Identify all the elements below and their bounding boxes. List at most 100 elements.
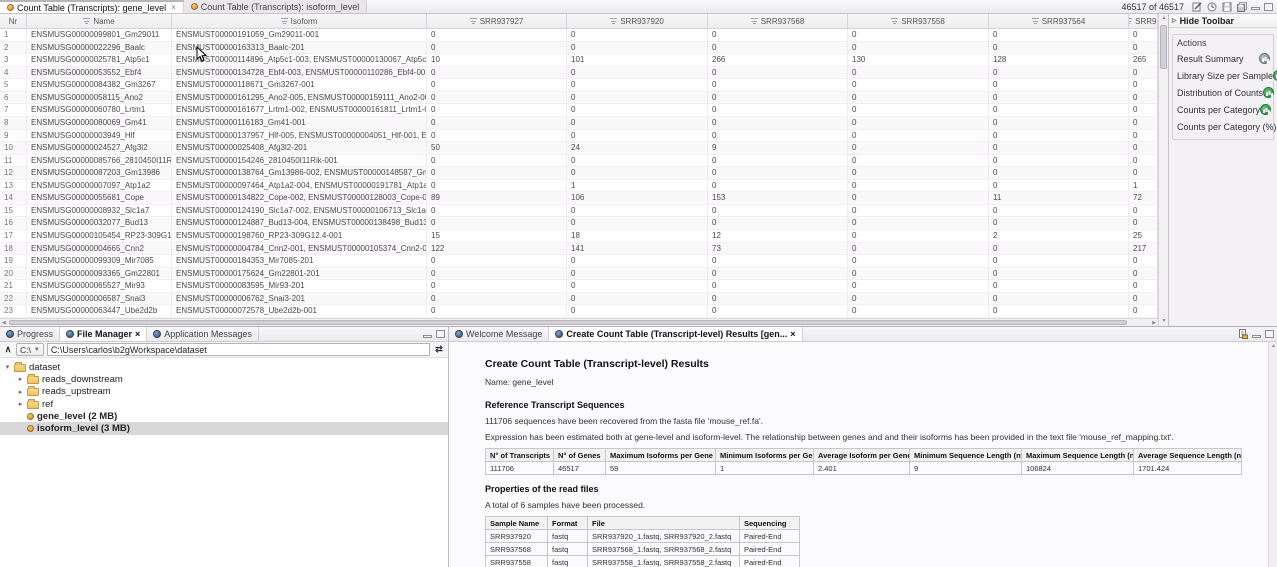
close-icon[interactable]: × — [790, 329, 795, 339]
table-row[interactable]: 11 ENSMUSG00000085766_2810450I11Rik ENSMUS… — [0, 154, 1157, 168]
twist-icon[interactable]: ▾ — [4, 363, 11, 371]
table-cell: 0 — [567, 154, 708, 168]
table-cell: 0 — [427, 292, 567, 306]
action-library-size-per-sample[interactable]: Library Size per Sample — [1177, 67, 1277, 84]
export-report-icon[interactable] — [1237, 329, 1248, 340]
up-directory-button[interactable]: ∧ — [3, 344, 13, 355]
column-header-srr937568[interactable]: SRR937568 — [708, 14, 848, 28]
table-row[interactable]: 9 ENSMUSG00000003949_Hlf ENSMUST0000013795… — [0, 129, 1157, 143]
table-cell: 0 — [1129, 67, 1157, 80]
table-row[interactable]: 1 ENSMUSG00000099801_Gm29011 ENSMUST000001… — [0, 29, 1157, 42]
actions-sidebar: ▷ Hide Toolbar Actions Result Summary Lib… — [1168, 14, 1277, 326]
table-cell: 0 — [989, 116, 1129, 130]
minimize-icon[interactable] — [1251, 7, 1260, 10]
table-row[interactable]: 15 ENSMUSG00000008932_Slc1a7 ENSMUST000001… — [0, 204, 1157, 218]
tab-create-count-table-results[interactable]: Create Count Table (Transcript-level) Re… — [549, 327, 803, 341]
column-header-srr937564[interactable]: SRR937564 — [989, 14, 1129, 28]
column-header-srr937920[interactable]: SRR937920 — [567, 14, 708, 28]
table-row[interactable]: 10 ENSMUSG00000024527_Afg3l2 ENSMUST000000… — [0, 142, 1157, 155]
table-row[interactable]: 7 ENSMUSG00000060780_Lrtm1 ENSMUST00000161… — [0, 104, 1157, 117]
filter-icon — [891, 18, 899, 24]
table-row[interactable]: 20 ENSMUSG00000093365_Gm22801 ENSMUST00000… — [0, 267, 1157, 281]
action-distribution-of-counts[interactable]: Distribution of Counts — [1177, 84, 1275, 101]
twist-icon[interactable]: ▸ — [17, 400, 24, 408]
horizontal-scrollbar[interactable]: ◀ ▶ — [0, 318, 1158, 326]
panel-minimize-icon[interactable] — [423, 334, 432, 338]
result-summary-icon[interactable] — [1259, 53, 1270, 64]
table-row[interactable]: 13 ENSMUSG00000007097_Atp1a2 ENSMUST000000… — [0, 179, 1157, 193]
column-header-isoform[interactable]: Isoform — [172, 14, 427, 28]
table-row[interactable]: 8 ENSMUSG00000080069_Gm41 ENSMUST000001161… — [0, 116, 1157, 130]
table-row[interactable]: 23 ENSMUSG00000063447_Ube2d2b ENSMUST00000… — [0, 305, 1157, 318]
scroll-up-icon[interactable]: ▲ — [1269, 342, 1277, 351]
tree-item-reads-downstream[interactable]: ▸ reads_downstream — [0, 373, 448, 385]
distribution-icon[interactable] — [1263, 87, 1275, 98]
action-result-summary[interactable]: Result Summary — [1177, 50, 1270, 67]
clock-icon[interactable] — [1206, 1, 1217, 12]
library-size-icon[interactable] — [1273, 70, 1277, 81]
close-icon[interactable]: × — [135, 329, 140, 339]
table-row[interactable]: 16 ENSMUSG00000032077_Bud13 ENSMUST0000012… — [0, 217, 1157, 230]
table-row[interactable]: 17 ENSMUSG00000105454_RP23-309G12.4 ENSMUS… — [0, 230, 1157, 243]
drive-select[interactable]: C:\ ▼ — [16, 343, 44, 356]
twist-icon[interactable]: ▸ — [17, 375, 24, 383]
table-row[interactable]: 14 ENSMUSG00000055681_Cope ENSMUST00000134… — [0, 192, 1157, 205]
table-row[interactable]: 19 ENSMUSG00000099309_Mir7085 ENSMUST00000… — [0, 255, 1157, 268]
column-header-srr937558[interactable]: SRR937558 — [848, 14, 989, 28]
tab-progress[interactable]: Progress — [0, 327, 61, 341]
table-cell: 0 — [708, 116, 848, 130]
vscroll-thumb[interactable] — [1160, 25, 1167, 69]
path-input[interactable]: C:\Users\carlos\b2gWorkspace\dataset — [46, 343, 430, 356]
samples-header-row: Sample Name Format File Sequencing — [485, 516, 800, 530]
editor-tab-1[interactable]: Count Table (Transcripts): isoform_level — [183, 0, 368, 13]
table-cell: ENSMUSG00000099801_Gm29011 — [27, 29, 172, 42]
table-row[interactable]: 21 ENSMUSG00000065527_Mir93 ENSMUST0000008… — [0, 280, 1157, 293]
column-header-nr[interactable]: Nr — [0, 14, 27, 28]
table-cell: 0 — [848, 230, 989, 243]
table-cell: 0 — [989, 142, 1129, 155]
table-cell: 13 — [0, 179, 27, 193]
stats-header: N° of Transcripts — [485, 448, 554, 462]
refresh-icon[interactable]: ⇄ — [433, 344, 445, 355]
close-icon[interactable]: × — [171, 3, 176, 12]
column-header-srr9-[interactable]: SRR9.. — [1129, 14, 1158, 28]
maximize-icon[interactable] — [1264, 2, 1273, 11]
table-row[interactable]: 5 ENSMUSG00000084382_Gm3267 ENSMUST0000011… — [0, 79, 1157, 92]
save-all-icon[interactable] — [1236, 1, 1247, 12]
hide-toolbar-button[interactable]: ▷ Hide Toolbar — [1169, 14, 1277, 28]
tree-item-reads-upstream[interactable]: ▸ reads_upstream — [0, 386, 448, 398]
column-header-srr937927[interactable]: SRR937927 — [427, 14, 567, 28]
table-cell: 0 — [848, 292, 989, 306]
tree-item-gene-level-2-mb-[interactable]: gene_level (2 MB) — [0, 410, 448, 422]
table-cell: 0 — [989, 292, 1129, 306]
tab-welcome-message[interactable]: Welcome Message — [449, 327, 550, 341]
vertical-scrollbar[interactable]: ▲ ▼ — [1158, 14, 1168, 326]
tree-item-dataset[interactable]: ▾ dataset — [0, 361, 448, 373]
panel-minimize-icon[interactable] — [1252, 334, 1261, 338]
tree-item-isoform-level-3-mb-[interactable]: isoform_level (3 MB) — [0, 422, 448, 435]
table-row[interactable]: 22 ENSMUSG00000006587_Snai3 ENSMUST0000000… — [0, 292, 1157, 306]
table-cell: ENSMUST00000161677_Lrtm1-002, ENSMUST000… — [172, 104, 427, 117]
results-scrollbar[interactable]: ▲ — [1268, 342, 1277, 567]
table-row[interactable]: 6 ENSMUSG00000058115_Ano2 ENSMUST000001612… — [0, 91, 1157, 105]
tab-file-manager[interactable]: File Manager × — [60, 327, 148, 341]
table-row[interactable]: 12 ENSMUSG00000087203_Gm13986 ENSMUST00000… — [0, 167, 1157, 180]
table-row[interactable]: 3 ENSMUSG00000025781_Atp5c1 ENSMUST0000011… — [0, 54, 1157, 67]
table-row[interactable]: 18 ENSMUSG00000004665_Cnn2 ENSMUST00000004… — [0, 242, 1157, 256]
save-icon[interactable] — [1221, 1, 1232, 12]
counts-category-icon[interactable] — [1260, 104, 1272, 115]
editor-tab-0[interactable]: Count Table (Transcripts): gene_level × — [0, 0, 184, 13]
column-header-name[interactable]: Name — [27, 14, 172, 28]
action-counts-per-category-[interactable]: Counts per Category (%) — [1177, 118, 1277, 135]
table-cell: 0 — [708, 167, 848, 180]
twist-icon[interactable]: ▸ — [17, 388, 24, 396]
tab-application-messages[interactable]: Application Messages — [147, 327, 259, 341]
panel-maximize-icon[interactable] — [1265, 330, 1274, 338]
table-row[interactable]: 2 ENSMUSG00000022296_Baalc ENSMUST00000163… — [0, 41, 1157, 55]
panel-maximize-icon[interactable] — [436, 330, 445, 338]
table-row[interactable]: 4 ENSMUSG00000053552_Ebf4 ENSMUST000001347… — [0, 66, 1157, 80]
action-counts-per-category[interactable]: Counts per Category — [1177, 101, 1272, 118]
hscroll-thumb[interactable] — [9, 320, 1127, 325]
tree-item-ref[interactable]: ▸ ref — [0, 398, 448, 410]
edit-icon[interactable] — [1191, 1, 1202, 12]
